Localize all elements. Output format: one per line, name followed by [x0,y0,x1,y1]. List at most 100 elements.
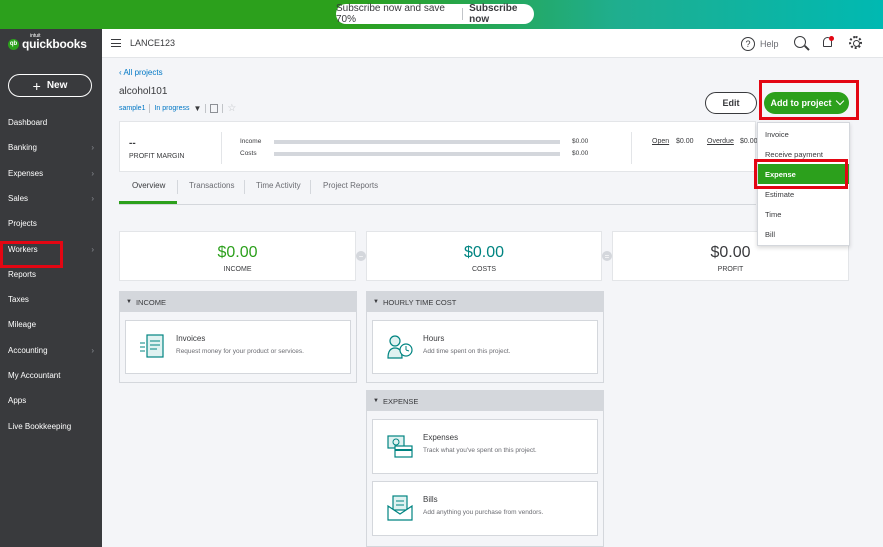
sidebar-item-live-bookkeeping[interactable]: Live Bookkeeping [0,414,102,439]
all-projects-link[interactable]: ‹ All projects [119,68,163,77]
costs-total-value: $0.00 [463,244,505,261]
expenses-title: Expenses [423,433,459,442]
open-invoices-value: $0.00 [676,138,694,145]
invoices-card[interactable]: Invoices Request money for your product … [125,320,351,374]
chevron-right-icon: › [91,345,94,355]
project-tabs: Overview Transactions Time Activity Proj… [119,172,756,205]
sidebar-item-label: Apps [8,396,27,406]
income-section: ▼ INCOME Invoices Request money for your… [119,291,357,383]
open-invoices-link[interactable]: Open [652,138,669,145]
summary-divider [221,132,222,164]
promo-banner: Subscribe now and save 70% Subscribe now [0,0,883,29]
expense-section: ▼ EXPENSE Expenses Track what you've spe… [366,390,604,547]
notes-icon[interactable] [210,104,219,113]
brand-name: quickbooks [22,37,87,51]
quickbooks-mark-icon: qb [8,38,19,50]
customer-link[interactable]: sample1 [119,105,145,112]
overdue-invoices-link[interactable]: Overdue [707,138,734,145]
tab-divider [177,180,178,194]
tab-overview[interactable]: Overview [132,181,165,190]
tab-transactions[interactable]: Transactions [189,181,235,190]
notification-dot [829,36,834,41]
help-icon[interactable]: ? [741,37,755,51]
gear-icon[interactable] [849,36,862,49]
project-summary: -- PROFIT MARGIN Income $0.00 Costs $0.0… [119,121,758,172]
menu-icon[interactable] [111,39,121,47]
profit-margin-value: -- [129,138,136,149]
costs-bar-label: Costs [240,150,257,157]
add-button-highlight-annotation [759,80,859,120]
sidebar-item-expenses[interactable]: Expenses › [0,161,102,186]
summary-divider [631,132,632,164]
project-title: alcohol101 [119,86,168,97]
expense-section-header[interactable]: ▼ EXPENSE [367,391,603,411]
bills-description: Add anything you purchase from vendors. [423,509,544,516]
income-total-card: $0.00 INCOME [119,231,356,281]
tab-time-activity[interactable]: Time Activity [256,181,301,190]
status-label[interactable]: In progress [154,105,189,112]
sidebar-item-label: Banking [8,143,37,153]
tab-project-reports[interactable]: Project Reports [323,181,378,190]
income-section-header[interactable]: ▼ INCOME [120,292,356,312]
expenses-card[interactable]: Expenses Track what you've spent on this… [372,419,598,474]
hours-icon [387,335,413,359]
new-button[interactable]: + New [8,74,92,97]
menu-item-time[interactable]: Time [758,204,849,224]
top-bar: LANCE123 ? Help [102,29,883,58]
sidebar-item-taxes[interactable]: Taxes [0,287,102,312]
sidebar-item-dashboard[interactable]: Dashboard [0,110,102,135]
help-label[interactable]: Help [760,39,779,49]
sidebar-item-accounting[interactable]: Accounting › [0,338,102,363]
sidebar-item-sales[interactable]: Sales › [0,186,102,211]
sidebar-item-mileage[interactable]: Mileage [0,312,102,337]
income-total-value: $0.00 [217,244,258,261]
subscribe-now-button[interactable]: Subscribe now [469,3,534,25]
hourly-section-header[interactable]: ▼ HOURLY TIME COST [367,292,603,312]
sidebar-item-label: Reports [8,269,37,279]
expense-highlight-annotation [754,159,848,189]
sidebar-item-apps[interactable]: Apps [0,388,102,413]
menu-item-invoice[interactable]: Invoice [758,124,849,144]
edit-button[interactable]: Edit [705,92,757,114]
sidebar-item-label: My Accountant [8,371,61,380]
costs-bar-value: $0.00 [572,150,589,157]
sidebar-item-my-accountant[interactable]: My Accountant [0,363,102,388]
sidebar-item-label: Projects [8,219,37,229]
hours-card[interactable]: Hours Add time spent on this project. [372,320,598,374]
menu-item-bill[interactable]: Bill [758,224,849,244]
tab-divider [244,180,245,194]
costs-total-card: $0.00 COSTS [366,231,602,281]
project-meta: sample1 In progress ▼ ☆ [119,103,236,114]
search-icon[interactable] [794,36,806,48]
hourly-section-title: HOURLY TIME COST [382,297,457,307]
subscribe-pill[interactable]: Subscribe now and save 70% Subscribe now [336,3,534,25]
collapse-icon: ▼ [373,299,379,305]
promo-divider [462,8,464,20]
profit-total-value: $0.00 [710,244,751,261]
chevron-right-icon: › [91,244,94,254]
sidebar-item-label: Accounting [8,345,48,355]
status-dropdown-icon[interactable]: ▼ [194,104,202,113]
star-icon[interactable]: ☆ [227,103,236,114]
costs-bar [274,152,560,156]
profit-total-label: PROFIT [717,266,744,273]
active-tab-indicator [119,201,177,204]
company-name: LANCE123 [130,38,176,48]
meta-divider [222,104,224,113]
quickbooks-logo[interactable]: qb quickbooks intuit [8,33,87,51]
all-projects-label: All projects [123,68,163,77]
sidebar-item-label: Mileage [8,320,37,330]
bills-card[interactable]: Bills Add anything you purchase from ven… [372,481,598,536]
sidebar: qb quickbooks intuit + New Dashboard Bank… [0,29,102,547]
sidebar-item-projects[interactable]: Projects [0,211,102,236]
hourly-time-cost-section: ▼ HOURLY TIME COST Hours Add time spent … [366,291,604,383]
new-button-label: New [46,80,68,91]
sidebar-item-banking[interactable]: Banking › [0,135,102,160]
collapse-icon: ▼ [373,398,379,404]
invoice-icon [140,334,164,358]
income-bar-value: $0.00 [572,138,589,145]
notification-bell-icon[interactable] [822,36,834,49]
bills-title: Bills [423,495,438,504]
promo-text: Subscribe now and save 70% [336,3,445,25]
invoices-description: Request money for your product or servic… [176,348,304,355]
